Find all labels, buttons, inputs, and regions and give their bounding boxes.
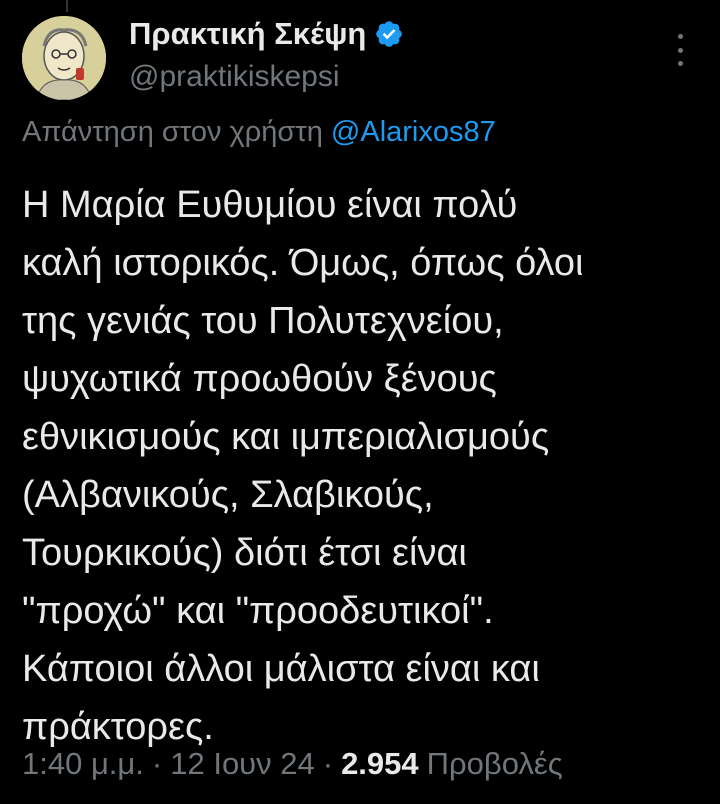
tweet-text: Η Μαρία Ευθυμίου είναι πολύ καλή ιστορικ… bbox=[22, 176, 698, 756]
thread-connector-line bbox=[66, 0, 68, 12]
tweet-line: Κάποιοι άλλοι μάλιστα είναι και bbox=[22, 648, 540, 690]
tweet-date[interactable]: 12 Ιουν 24 bbox=[170, 746, 315, 782]
tweet-time[interactable]: 1:40 μ.μ. bbox=[22, 746, 144, 782]
tweet-line: (Αλβανικούς, Σλαβικούς, bbox=[22, 474, 434, 516]
tweet-line: Η Μαρία Ευθυμίου είναι πολύ bbox=[22, 184, 518, 226]
more-options-icon[interactable] bbox=[668, 30, 692, 70]
tweet-line: της γενιάς του Πολυτεχνείου, bbox=[22, 300, 504, 342]
views-count: 2.954 bbox=[341, 746, 419, 781]
avatar[interactable] bbox=[22, 16, 106, 100]
tweet-line: καλή ιστορικός. Όμως, όπως όλοι bbox=[22, 242, 584, 284]
meta-separator: · bbox=[151, 746, 163, 781]
tweet-line: "προχώ" και "προοδευτικοί". bbox=[22, 590, 494, 632]
author-display-name[interactable]: Πρακτική Σκέψη bbox=[129, 16, 366, 52]
reply-mention-link[interactable]: @Alarixos87 bbox=[331, 116, 496, 148]
author-handle[interactable]: @praktikiskepsi bbox=[129, 60, 404, 94]
author-header: Πρακτική Σκέψη @praktikiskepsi bbox=[129, 12, 404, 94]
meta-separator: · bbox=[322, 746, 334, 781]
reply-prefix: Απάντηση στον χρήστη bbox=[22, 116, 323, 148]
tweet-meta: 1:40 μ.μ. · 12 Ιουν 24 · 2.954 Προβολές bbox=[22, 746, 563, 782]
reply-context: Απάντηση στον χρήστη @Alarixos87 bbox=[22, 116, 496, 149]
tweet-line: Τουρκικούς) διότι έτσι είναι bbox=[22, 532, 467, 574]
tweet-line: ψυχωτικά προωθούν ξένους bbox=[22, 358, 497, 400]
tweet-line: εθνικισμούς και ιμπεριαλισμούς bbox=[22, 416, 550, 458]
verified-badge-icon bbox=[374, 19, 404, 49]
views-label: Προβολές bbox=[426, 746, 563, 781]
